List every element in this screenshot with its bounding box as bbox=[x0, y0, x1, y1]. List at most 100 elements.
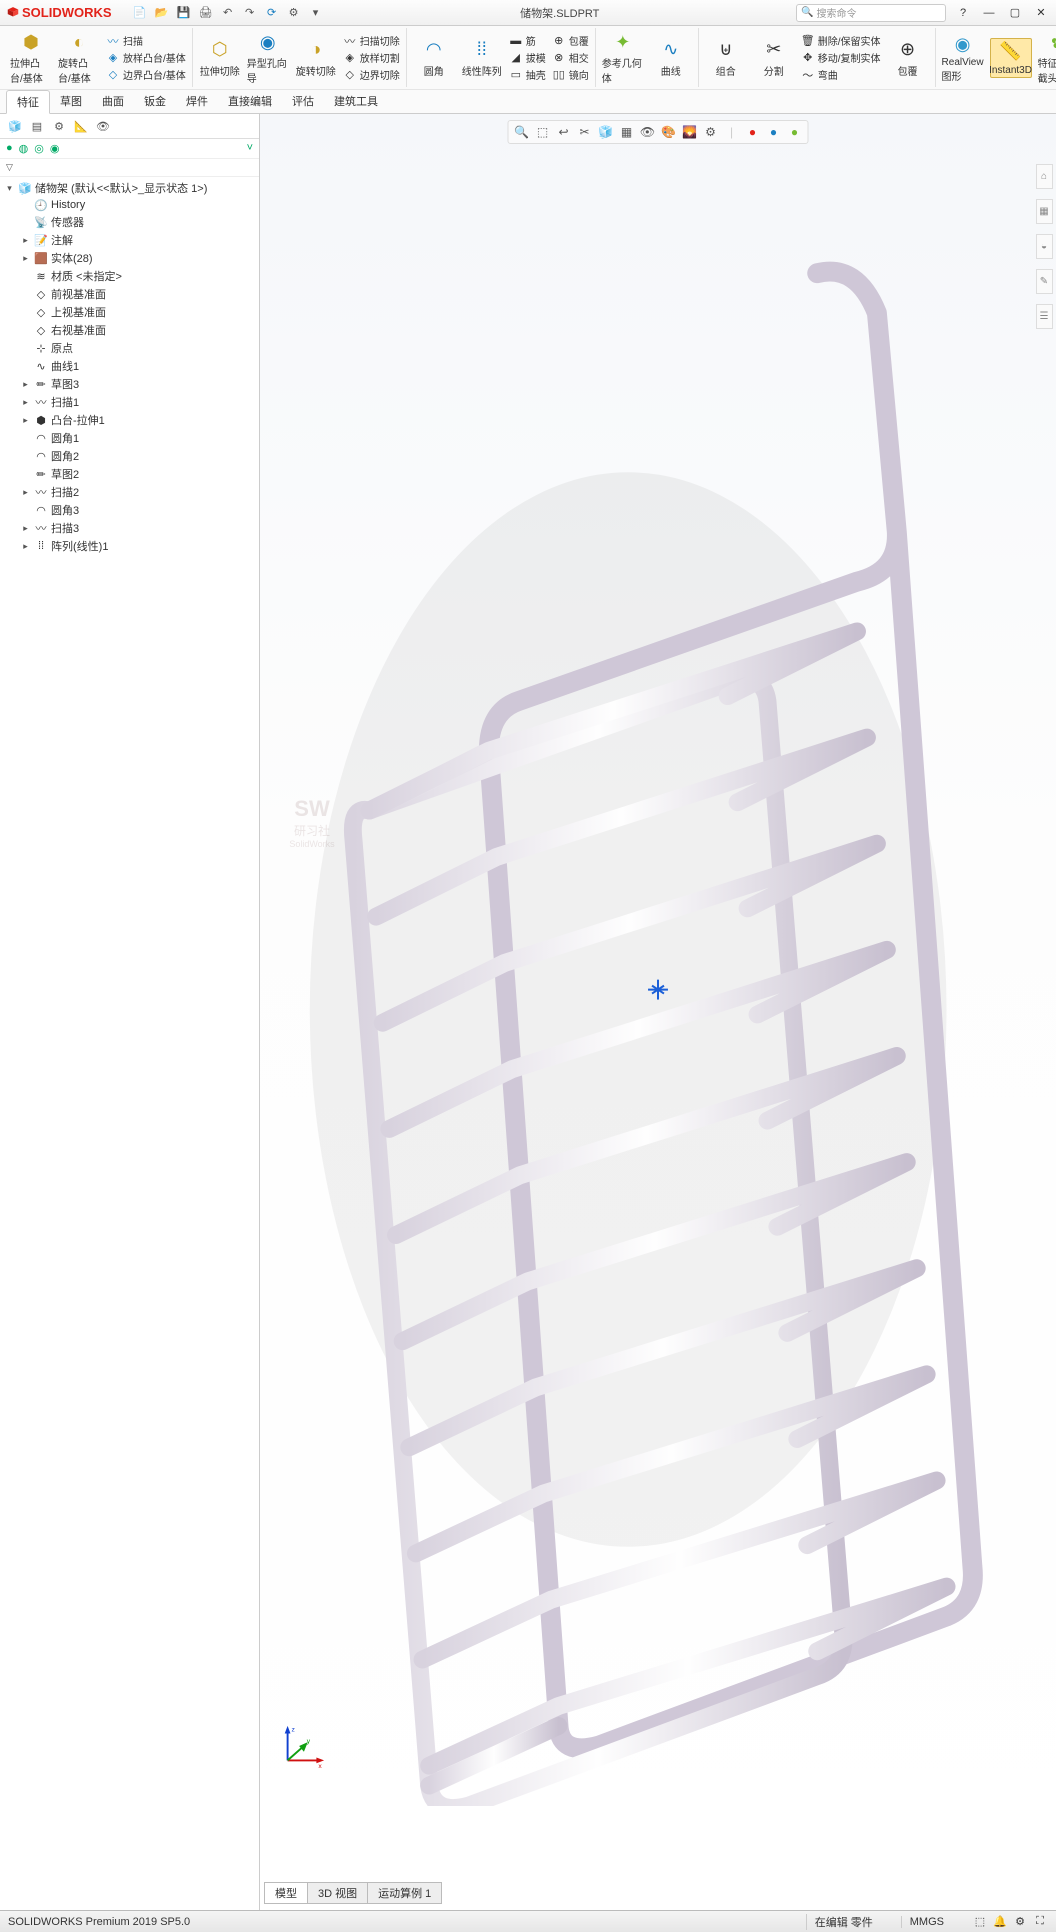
fm-display-icon[interactable]: 👁 bbox=[94, 117, 112, 135]
split-button[interactable]: ✂分割 bbox=[753, 38, 795, 78]
status-icon1[interactable]: ⬚ bbox=[972, 1914, 988, 1930]
fm-dim-icon[interactable]: 📐 bbox=[72, 117, 90, 135]
task-design-icon[interactable]: ▦ bbox=[1036, 199, 1053, 224]
tree-node[interactable]: ▸⬢凸台-拉伸1 bbox=[0, 411, 259, 429]
minimize-icon[interactable]: — bbox=[980, 5, 998, 21]
wrap-button[interactable]: ⊕包覆 bbox=[552, 33, 589, 49]
tree-node[interactable]: ◇上视基准面 bbox=[0, 303, 259, 321]
close-icon[interactable]: ✕ bbox=[1032, 5, 1050, 21]
tree-node[interactable]: ∿曲线1 bbox=[0, 357, 259, 375]
tree-node[interactable]: ▸📝注解 bbox=[0, 231, 259, 249]
loft-cut-button[interactable]: ◈放样切割 bbox=[343, 50, 400, 66]
delete-body-button[interactable]: 🗑删除/保留实体 bbox=[801, 33, 881, 49]
hole-wizard-button[interactable]: ◉异型孔向导 bbox=[247, 30, 289, 85]
boundary-button[interactable]: ◇边界凸台/基体 bbox=[106, 67, 186, 83]
boundary-cut-button[interactable]: ◇边界切除 bbox=[343, 67, 400, 83]
ribbon-tab-5[interactable]: 直接编辑 bbox=[218, 90, 282, 113]
ref-geometry-button[interactable]: ✦参考几何体 bbox=[602, 30, 644, 85]
revolve-boss-button[interactable]: ◐旋转凸台/基体 bbox=[58, 30, 100, 85]
ribbon-tab-4[interactable]: 焊件 bbox=[176, 90, 218, 113]
ribbon-tab-1[interactable]: 草图 bbox=[50, 90, 92, 113]
revolve-cut-button[interactable]: ◑旋转切除 bbox=[295, 38, 337, 78]
task-forum-icon[interactable]: ☰ bbox=[1036, 304, 1053, 329]
tab-model[interactable]: 模型 bbox=[264, 1882, 308, 1904]
instant3d-button[interactable]: 📏Instant3D bbox=[990, 38, 1032, 78]
ribbon-tab-0[interactable]: 特征 bbox=[6, 90, 50, 114]
sweep-button[interactable]: 〰扫描 bbox=[106, 33, 186, 49]
ribbon-tab-7[interactable]: 建筑工具 bbox=[324, 90, 388, 113]
wrap2-button[interactable]: ⊕包覆 bbox=[887, 38, 929, 78]
shell-button[interactable]: ▭抽壳 bbox=[509, 67, 546, 83]
ribbon-tab-3[interactable]: 钣金 bbox=[134, 90, 176, 113]
fm-tree-icon[interactable]: 🧊 bbox=[6, 117, 24, 135]
view-triad[interactable]: z x y bbox=[278, 1722, 326, 1770]
fm-tool2-icon[interactable]: ◍ bbox=[19, 142, 29, 155]
search-icon: 🔍 bbox=[801, 7, 813, 18]
task-appearance-icon[interactable]: ◒ bbox=[1036, 234, 1053, 259]
tree-node[interactable]: ▸✏草图3 bbox=[0, 375, 259, 393]
extrude-cut-button[interactable]: ⬡拉伸切除 bbox=[199, 38, 241, 78]
tree-node[interactable]: ▸⁞⁞阵列(线性)1 bbox=[0, 537, 259, 555]
task-home-icon[interactable]: ⌂ bbox=[1036, 164, 1053, 189]
task-custom-icon[interactable]: ✎ bbox=[1036, 269, 1053, 294]
help-icon[interactable]: ? bbox=[954, 5, 972, 21]
print-icon[interactable]: 🖨 bbox=[198, 5, 214, 21]
open-icon[interactable]: 📂 bbox=[154, 5, 170, 21]
fm-tool1-icon[interactable]: ● bbox=[6, 142, 13, 155]
graphics-viewport[interactable]: 🔍 ⬚ ↩ ✂ 🧊 ▦ 👁 🎨 🌄 ⚙ | ● ● ● SW 研习社 Solid… bbox=[260, 114, 1056, 1910]
tree-node[interactable]: ▸〰扫描3 bbox=[0, 519, 259, 537]
new-icon[interactable]: 📄 bbox=[132, 5, 148, 21]
mirror-button[interactable]: ▯▯镜向 bbox=[552, 67, 589, 83]
tree-node[interactable]: 🕘History bbox=[0, 197, 259, 213]
tree-root[interactable]: ▾ 🧊 储物架 (默认<<默认>_显示状态 1>) bbox=[0, 179, 259, 197]
feature-name-button[interactable]: ✿特征名裁截头 bbox=[1038, 30, 1056, 85]
status-icon3[interactable]: ⚙ bbox=[1012, 1914, 1028, 1930]
tab-3dview[interactable]: 3D 视图 bbox=[307, 1882, 368, 1904]
tree-node[interactable]: ▸〰扫描1 bbox=[0, 393, 259, 411]
tree-node[interactable]: ✏草图2 bbox=[0, 465, 259, 483]
extrude-boss-button[interactable]: ⬢拉伸凸台/基体 bbox=[10, 30, 52, 85]
tree-node[interactable]: ◇前视基准面 bbox=[0, 285, 259, 303]
fm-config-icon[interactable]: ⚙ bbox=[50, 117, 68, 135]
tab-motion[interactable]: 运动算例 1 bbox=[367, 1882, 442, 1904]
status-icon2[interactable]: 🔔 bbox=[992, 1914, 1008, 1930]
curves-button[interactable]: ∿曲线 bbox=[650, 38, 692, 78]
search-commands[interactable]: 🔍 搜索命令 bbox=[796, 4, 946, 22]
rib-button[interactable]: ▬筋 bbox=[509, 33, 546, 49]
tree-node[interactable]: ▸🟫实体(28) bbox=[0, 249, 259, 267]
tree-node[interactable]: ◇右视基准面 bbox=[0, 321, 259, 339]
draft-button[interactable]: ◢拔模 bbox=[509, 50, 546, 66]
loft-button[interactable]: ◈放样凸台/基体 bbox=[106, 50, 186, 66]
tree-node[interactable]: ⊹原点 bbox=[0, 339, 259, 357]
tree-node[interactable]: 📡传感器 bbox=[0, 213, 259, 231]
options-icon[interactable]: ⚙ bbox=[286, 5, 302, 21]
fillet-button[interactable]: ◠圆角 bbox=[413, 38, 455, 78]
fm-expand-icon[interactable]: ˅ bbox=[247, 142, 253, 155]
fm-tool4-icon[interactable]: ◉ bbox=[50, 142, 60, 155]
tree-node[interactable]: ◠圆角1 bbox=[0, 429, 259, 447]
maximize-icon[interactable]: ▢ bbox=[1006, 5, 1024, 21]
flex-button[interactable]: 〜弯曲 bbox=[801, 67, 881, 83]
sweep-cut-button[interactable]: 〰扫描切除 bbox=[343, 33, 400, 49]
fm-filter[interactable]: ▽ bbox=[0, 159, 259, 177]
dropdown-icon[interactable]: ▾ bbox=[308, 5, 324, 21]
tree-node[interactable]: ◠圆角2 bbox=[0, 447, 259, 465]
combine-button[interactable]: ⊎组合 bbox=[705, 38, 747, 78]
tree-node[interactable]: ▸〰扫描2 bbox=[0, 483, 259, 501]
linear-pattern-button[interactable]: ⁞⁞线性阵列 bbox=[461, 38, 503, 78]
undo-icon[interactable]: ↶ bbox=[220, 5, 236, 21]
redo-icon[interactable]: ↷ bbox=[242, 5, 258, 21]
intersect-button[interactable]: ⊗相交 bbox=[552, 50, 589, 66]
move-copy-button[interactable]: ✥移动/复制实体 bbox=[801, 50, 881, 66]
tree-node[interactable]: ≋材质 <未指定> bbox=[0, 267, 259, 285]
rebuild-icon[interactable]: ⟳ bbox=[264, 5, 280, 21]
status-maximize-icon[interactable]: ⛶ bbox=[1032, 1914, 1048, 1930]
ribbon-tab-6[interactable]: 评估 bbox=[282, 90, 324, 113]
status-units[interactable]: MMGS bbox=[901, 1916, 952, 1928]
tree-node[interactable]: ◠圆角3 bbox=[0, 501, 259, 519]
realview-button[interactable]: ◉RealView 图形 bbox=[942, 32, 984, 83]
fm-property-icon[interactable]: ▤ bbox=[28, 117, 46, 135]
fm-tool3-icon[interactable]: ◎ bbox=[34, 142, 44, 155]
ribbon-tab-2[interactable]: 曲面 bbox=[92, 90, 134, 113]
save-icon[interactable]: 💾 bbox=[176, 5, 192, 21]
